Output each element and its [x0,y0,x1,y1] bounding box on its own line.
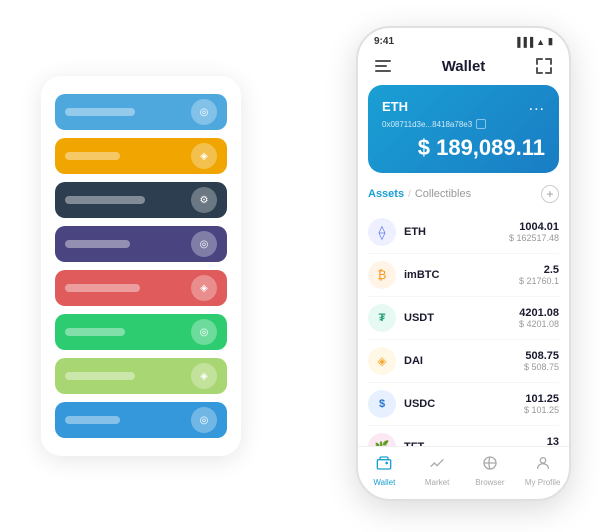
card-item-2[interactable]: ◈ [55,138,227,174]
asset-usd-dai: $ 508.75 [524,362,559,372]
phone-header: Wallet [358,51,569,85]
eth-card[interactable]: ETH ... 0x08711d3e...8418a78e3 $ 189,089… [368,85,559,173]
asset-amounts-usdc: 101.25 $ 101.25 [524,393,559,415]
card-item-4[interactable]: ◎ [55,226,227,262]
card-icon-4: ◎ [191,231,217,257]
nav-item-wallet[interactable]: Wallet [358,455,411,487]
usdt-icon: ₮ [368,304,396,332]
card-item-6[interactable]: ◎ [55,314,227,350]
asset-amount-tft: 13 [547,436,559,446]
card-label-5 [65,284,140,292]
card-item-5[interactable]: ◈ [55,270,227,306]
card-icon-2: ◈ [191,143,217,169]
card-label-4 [65,240,130,248]
nav-wallet-label: Wallet [373,478,395,487]
bottom-nav: Wallet Market Browser My Profile [358,446,569,499]
asset-amount-usdc: 101.25 [524,393,559,405]
nav-browser-label: Browser [475,478,504,487]
card-label-8 [65,416,120,424]
asset-amounts-eth: 1004.01 $ 162517.48 [509,221,559,243]
card-icon-7: ◈ [191,363,217,389]
dai-icon: ◈ [368,347,396,375]
scene: ◎ ◈ ⚙ ◎ ◈ ◎ ◈ ◎ [21,16,581,516]
card-label-6 [65,328,125,336]
asset-name-eth: ETH [404,226,509,238]
asset-amounts-usdt: 4201.08 $ 4201.08 [519,307,559,329]
card-item-3[interactable]: ⚙ [55,182,227,218]
card-icon-1: ◎ [191,99,217,125]
asset-usd-eth: $ 162517.48 [509,233,559,243]
tft-icon: 🌿 [368,433,396,446]
nav-browser-icon [482,455,498,476]
add-asset-button[interactable]: + [541,185,559,203]
eth-icon: ⟠ [368,218,396,246]
card-item-8[interactable]: ◎ [55,402,227,438]
phone-frame: 9:41 ▐▐▐ ▲ ▮ Wallet ETH ... [356,26,571,501]
card-icon-6: ◎ [191,319,217,345]
asset-amount-eth: 1004.01 [509,221,559,233]
tab-separator: / [408,189,411,200]
copy-icon[interactable] [476,119,486,129]
asset-amounts-tft: 13 0 [547,436,559,446]
signal-icon: ▐▐▐ [514,37,533,47]
card-item-7[interactable]: ◈ [55,358,227,394]
tab-collectibles[interactable]: Collectibles [415,188,471,200]
nav-item-profile[interactable]: My Profile [516,455,569,487]
card-label-7 [65,372,135,380]
eth-card-address: 0x08711d3e...8418a78e3 [382,119,545,129]
asset-name-usdc: USDC [404,398,524,410]
card-icon-5: ◈ [191,275,217,301]
eth-card-menu[interactable]: ... [529,97,545,115]
nav-profile-label: My Profile [525,478,561,487]
asset-item-imbtc[interactable]: ₿ imBTC 2.5 $ 21760.1 [368,254,559,297]
status-time: 9:41 [374,36,394,47]
asset-item-tft[interactable]: 🌿 TFT 13 0 [368,426,559,446]
page-title: Wallet [394,58,533,75]
card-label-3 [65,196,145,204]
battery-icon: ▮ [548,36,553,47]
card-stack: ◎ ◈ ⚙ ◎ ◈ ◎ ◈ ◎ [41,76,241,456]
tab-assets[interactable]: Assets [368,188,404,200]
expand-icon[interactable] [533,55,555,77]
status-bar: 9:41 ▐▐▐ ▲ ▮ [358,28,569,51]
card-item-1[interactable]: ◎ [55,94,227,130]
nav-market-icon [429,455,445,476]
nav-item-market[interactable]: Market [411,455,464,487]
asset-name-imbtc: imBTC [404,269,519,281]
asset-item-dai[interactable]: ◈ DAI 508.75 $ 508.75 [368,340,559,383]
asset-amount-usdt: 4201.08 [519,307,559,319]
wifi-icon: ▲ [536,37,545,47]
asset-usd-imbtc: $ 21760.1 [519,276,559,286]
asset-item-eth[interactable]: ⟠ ETH 1004.01 $ 162517.48 [368,211,559,254]
asset-amounts-dai: 508.75 $ 508.75 [524,350,559,372]
asset-item-usdc[interactable]: $ USDC 101.25 $ 101.25 [368,383,559,426]
asset-item-usdt[interactable]: ₮ USDT 4201.08 $ 4201.08 [368,297,559,340]
menu-icon[interactable] [372,55,394,77]
nav-wallet-icon [376,455,392,476]
asset-name-dai: DAI [404,355,524,367]
imbtc-icon: ₿ [368,261,396,289]
eth-card-balance: $ 189,089.11 [382,135,545,161]
nav-item-browser[interactable]: Browser [464,455,517,487]
assets-header: Assets / Collectibles + [368,185,559,203]
assets-tabs: Assets / Collectibles [368,188,471,200]
status-icons: ▐▐▐ ▲ ▮ [514,36,553,47]
asset-amounts-imbtc: 2.5 $ 21760.1 [519,264,559,286]
asset-list: ⟠ ETH 1004.01 $ 162517.48 ₿ imBTC 2.5 $ … [368,211,559,446]
asset-usd-usdc: $ 101.25 [524,405,559,415]
phone-content: ETH ... 0x08711d3e...8418a78e3 $ 189,089… [358,85,569,446]
card-label-2 [65,152,120,160]
asset-usd-usdt: $ 4201.08 [519,319,559,329]
asset-amount-imbtc: 2.5 [519,264,559,276]
asset-name-usdt: USDT [404,312,519,324]
card-label-1 [65,108,135,116]
eth-card-name: ETH [382,99,408,114]
card-icon-3: ⚙ [191,187,217,213]
asset-amount-dai: 508.75 [524,350,559,362]
nav-market-label: Market [425,478,449,487]
nav-profile-icon [535,455,551,476]
usdc-icon: $ [368,390,396,418]
card-icon-8: ◎ [191,407,217,433]
eth-card-top: ETH ... [382,97,545,115]
